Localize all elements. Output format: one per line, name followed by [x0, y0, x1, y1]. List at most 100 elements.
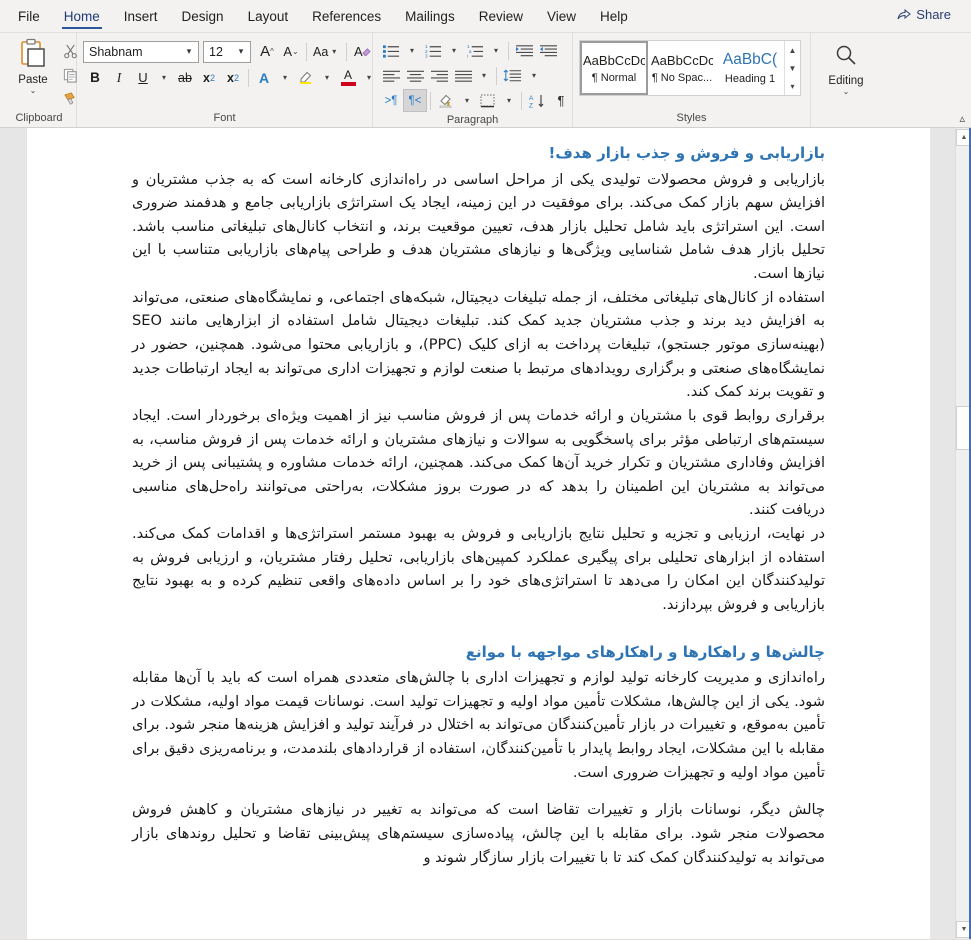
font-group-label: Font [213, 112, 236, 124]
doc-paragraph-3: برقراری روابط قوی با مشتریان و ارائه خدم… [132, 406, 825, 519]
multilevel-list-button[interactable]: 1ai [463, 39, 487, 62]
text-effects-button[interactable]: A [252, 66, 276, 89]
bullets-button[interactable] [379, 39, 403, 62]
strikethrough-button[interactable]: ab [173, 66, 197, 89]
clipboard-group-label: Clipboard [15, 112, 63, 124]
tab-file-label: File [18, 8, 40, 24]
decrease-indent-button[interactable] [512, 39, 536, 62]
document-area[interactable]: بازاریابی و فروش و جذب بازار هدف! بازاری… [0, 128, 971, 939]
style-item-heading-1[interactable]: AaBbC( Heading 1 [716, 41, 784, 95]
align-center-button[interactable] [403, 64, 427, 87]
tab-insert-label: Insert [123, 8, 158, 24]
rtl-text-direction-button[interactable]: ¶< [403, 89, 427, 112]
ltr-text-label: >¶ [384, 94, 398, 107]
share-button[interactable]: Share [887, 4, 961, 25]
borders-button[interactable] [476, 89, 500, 112]
change-case-button[interactable]: Aa ▾ [310, 40, 343, 63]
paste-button[interactable]: Paste ⌄ [8, 36, 58, 110]
tab-help[interactable]: Help [588, 0, 640, 32]
styles-more-icon[interactable]: ▾ [785, 77, 800, 95]
svg-text:A: A [529, 95, 534, 102]
underline-chevron-down-icon[interactable]: ▾ [155, 66, 173, 89]
paragraph-group-label: Paragraph [446, 114, 499, 126]
ltr-text-direction-button[interactable]: >¶ [379, 89, 403, 112]
ribbon-tab-bar: File Home Insert Design Layout Reference… [0, 0, 971, 33]
shading-chevron-down-icon[interactable]: ▾ [458, 89, 476, 112]
subscript-button[interactable]: x2 [197, 66, 221, 89]
paste-chevron-down-icon[interactable]: ⌄ [30, 87, 37, 95]
bullets-chevron-down-icon[interactable]: ▾ [403, 39, 421, 62]
doc-paragraph-6: چالش دیگر، نوسانات بازار و تغییرات تقاضا… [132, 801, 825, 866]
underline-button[interactable]: U [131, 66, 155, 89]
tab-mailings[interactable]: Mailings [393, 0, 467, 32]
font-separator-2 [346, 42, 348, 61]
styles-gallery-scrollbar[interactable]: ▲ ▼ ▾ [784, 41, 800, 95]
editing-label: Editing [828, 75, 864, 87]
text-effects-chevron-down-icon[interactable]: ▾ [276, 66, 294, 89]
superscript-button[interactable]: x2 [221, 66, 245, 89]
style-name-heading-1: Heading 1 [724, 73, 776, 85]
styles-scroll-up-icon[interactable]: ▲ [785, 41, 800, 59]
increase-indent-button[interactable] [536, 39, 560, 62]
sort-button[interactable]: AZ [525, 89, 549, 112]
svg-text:i: i [467, 53, 468, 57]
collapse-ribbon-icon[interactable]: ▵ [959, 112, 965, 125]
borders-chevron-down-icon[interactable]: ▾ [500, 89, 518, 112]
tab-design[interactable]: Design [170, 0, 236, 32]
align-right-button[interactable] [427, 64, 451, 87]
font-size-chevron-down-icon[interactable]: ▾ [234, 46, 248, 57]
justify-chevron-down-icon[interactable]: ▾ [475, 64, 493, 87]
tab-insert[interactable]: Insert [112, 0, 170, 32]
font-color-button[interactable]: A [336, 66, 360, 89]
bold-button[interactable]: B [83, 66, 107, 89]
style-item-no-spacing[interactable]: AaBbCcDc ¶ No Spac... [648, 41, 716, 95]
styles-scroll-down-icon[interactable]: ▼ [785, 59, 800, 77]
paragraph-separator-4 [521, 91, 522, 110]
tab-file[interactable]: File [6, 0, 52, 32]
document-page[interactable]: بازاریابی و فروش و جذب بازار هدف! بازاری… [27, 128, 930, 939]
page-content: بازاریابی و فروش و جذب بازار هدف! بازاری… [27, 128, 930, 869]
grow-font-button[interactable]: A ^ [255, 40, 279, 63]
font-name-chevron-down-icon[interactable]: ▾ [182, 46, 196, 57]
style-item-normal[interactable]: AaBbCcDc ¶ Normal [580, 41, 648, 95]
styles-gallery[interactable]: AaBbCcDc ¶ Normal AaBbCcDc ¶ No Spac... … [579, 40, 801, 96]
align-left-button[interactable] [379, 64, 403, 87]
editing-button[interactable]: Editing ⌄ [817, 36, 875, 96]
search-icon [833, 42, 859, 73]
style-name-normal: ¶ Normal [591, 71, 637, 84]
numbering-chevron-down-icon[interactable]: ▾ [445, 39, 463, 62]
tab-design-label: Design [181, 8, 224, 24]
numbering-button[interactable]: 123 [421, 39, 445, 62]
justify-button[interactable] [451, 64, 475, 87]
font-separator-1 [306, 42, 307, 61]
editing-chevron-down-icon[interactable]: ⌄ [843, 88, 850, 96]
highlight-chevron-down-icon[interactable]: ▾ [318, 66, 336, 89]
share-icon [897, 8, 912, 21]
tab-review[interactable]: Review [467, 0, 535, 32]
superscript-label: x [227, 70, 234, 85]
tab-view[interactable]: View [535, 0, 588, 32]
subscript-label: x [203, 70, 210, 85]
italic-button[interactable]: I [107, 66, 131, 89]
font-size-combo[interactable]: 12 ▾ [203, 40, 251, 63]
tab-layout[interactable]: Layout [236, 0, 301, 32]
show-formatting-marks-button[interactable]: ¶ [549, 89, 573, 112]
bold-label: B [90, 70, 100, 85]
style-name-no-spacing: ¶ No Spac... [651, 71, 713, 84]
ribbon-group-clipboard: Paste ⌄ Clipboard [2, 33, 77, 127]
font-name-combo[interactable]: Shabnam ▾ [83, 40, 199, 63]
ribbon-group-font: Shabnam ▾ 12 ▾ A ^ A ⌄ Aa ▾ A B I U ▾ ab… [77, 33, 373, 127]
line-spacing-button[interactable] [500, 64, 525, 87]
highlight-color-button[interactable] [294, 66, 318, 89]
tab-references[interactable]: References [300, 0, 393, 32]
svg-text:3: 3 [425, 53, 428, 57]
line-spacing-chevron-down-icon[interactable]: ▾ [525, 64, 543, 87]
clear-formatting-icon[interactable]: A [350, 40, 374, 63]
multilevel-list-chevron-down-icon[interactable]: ▾ [487, 39, 505, 62]
tab-home[interactable]: Home [52, 0, 112, 32]
tab-layout-label: Layout [247, 8, 289, 24]
ribbon-group-styles: AaBbCcDc ¶ Normal AaBbCcDc ¶ No Spac... … [573, 33, 811, 127]
strikethrough-label: ab [178, 70, 192, 85]
shading-button[interactable] [434, 89, 458, 112]
shrink-font-button[interactable]: A ⌄ [279, 40, 303, 63]
